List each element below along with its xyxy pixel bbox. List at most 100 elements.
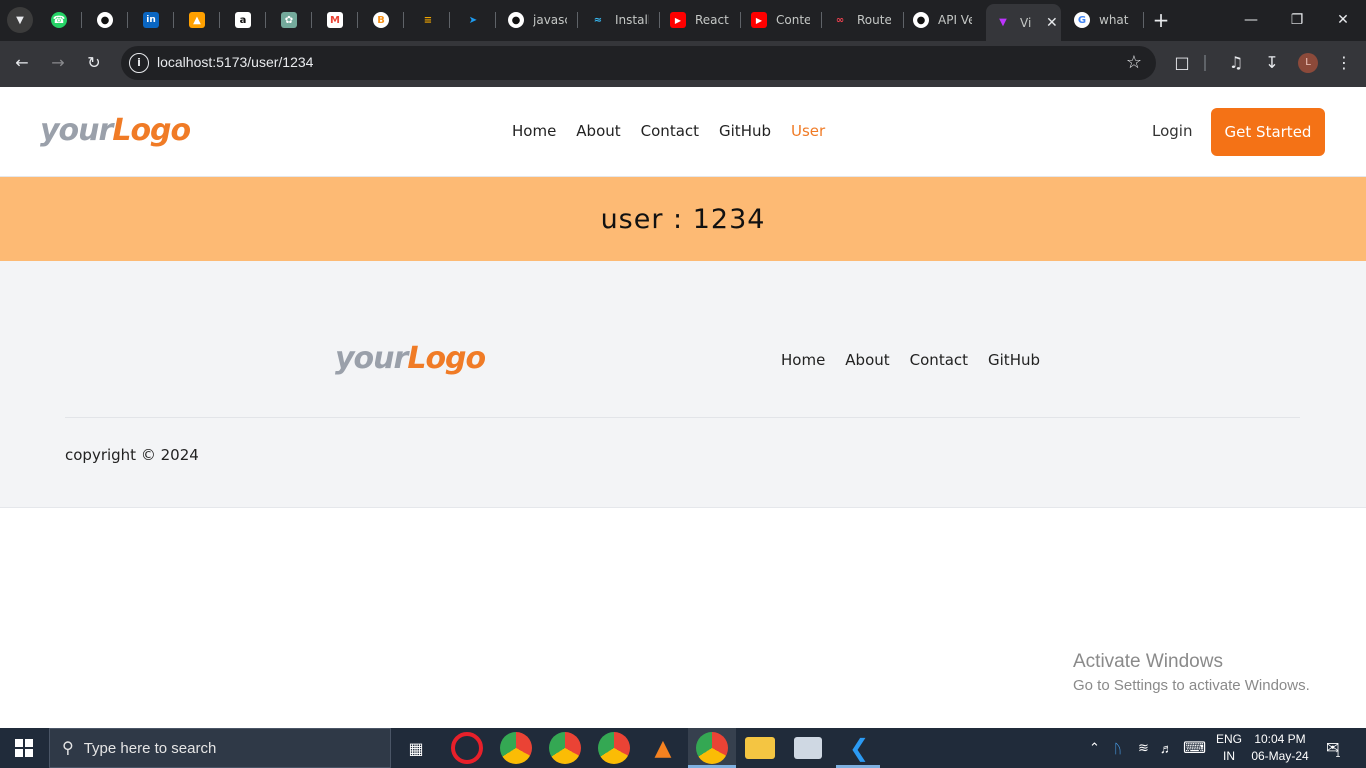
footer-nav-home[interactable]: Home xyxy=(781,351,825,369)
tab[interactable]: a xyxy=(235,4,251,36)
footer-nav-about[interactable]: About xyxy=(845,351,889,369)
tab[interactable]: B xyxy=(373,4,389,36)
vlc-icon[interactable]: ▲ xyxy=(647,732,679,764)
back-icon[interactable]: ← xyxy=(10,51,34,75)
footer-logo[interactable]: yourLogo xyxy=(335,341,486,376)
get-started-button[interactable]: Get Started xyxy=(1211,108,1325,156)
tab[interactable]: ➤ xyxy=(465,4,481,36)
tab-title: API Ve xyxy=(938,13,972,27)
close-tab-icon[interactable]: ✕ xyxy=(1046,15,1058,31)
taskbar-search-box[interactable]: ⚲ Type here to search xyxy=(49,728,391,768)
tab-search-button[interactable]: ▼ xyxy=(7,7,33,33)
file-explorer-icon[interactable] xyxy=(745,737,775,759)
input-language[interactable]: ENG IN xyxy=(1214,731,1244,765)
web-page: yourLogo Home About Contact GitHub User … xyxy=(0,87,1366,728)
nav-home[interactable]: Home xyxy=(512,122,556,140)
tab-divider xyxy=(577,12,578,28)
logo-part-1: your xyxy=(335,341,408,376)
profile-avatar[interactable]: L xyxy=(1298,53,1318,73)
tab-active[interactable]: ▼ Vi ✕ xyxy=(986,4,1061,41)
tab-title: javasc xyxy=(533,13,567,27)
tab[interactable]: ● API Ve xyxy=(913,4,972,36)
site-logo[interactable]: yourLogo xyxy=(40,113,191,148)
forward-icon[interactable]: → xyxy=(46,51,70,75)
tab-divider xyxy=(357,12,358,28)
vscode-icon[interactable]: ❮ xyxy=(843,732,875,764)
tab-divider xyxy=(821,12,822,28)
language-code: ENG xyxy=(1215,732,1242,746)
tab-title: Router xyxy=(857,13,891,27)
media-control-icon[interactable]: ♫ xyxy=(1224,51,1248,75)
login-link[interactable]: Login xyxy=(1152,122,1192,140)
whatsapp-icon: ☎ xyxy=(51,12,67,28)
tab[interactable]: ∞ Router xyxy=(832,4,891,36)
watermark-subtitle: Go to Settings to activate Windows. xyxy=(1073,677,1310,694)
chrome-icon[interactable] xyxy=(500,732,532,764)
vite-icon: ▼ xyxy=(999,17,1007,28)
tab[interactable]: ▲ xyxy=(189,4,205,36)
router-icon: ∞ xyxy=(835,14,845,26)
logo-part-2: Logo xyxy=(112,113,191,148)
tab[interactable]: ✿ xyxy=(281,4,297,36)
keyboard-icon[interactable]: ⌨ xyxy=(1183,728,1206,768)
footer-nav-contact[interactable]: Contact xyxy=(910,351,968,369)
tab-title: Vi xyxy=(1020,15,1032,30)
reload-icon[interactable]: ↻ xyxy=(82,51,106,75)
menu-icon[interactable]: ⋮ xyxy=(1332,51,1356,75)
firebase-icon: ▲ xyxy=(189,12,205,28)
notification-icon[interactable]: ✉ 1 xyxy=(1326,728,1340,768)
bookmark-star-icon[interactable]: ☆ xyxy=(1126,52,1142,73)
task-view-icon[interactable]: ▦ xyxy=(400,732,432,764)
nav-user[interactable]: User xyxy=(791,122,825,140)
new-tab-button[interactable]: + xyxy=(1150,9,1172,31)
footer-nav: Home About Contact GitHub xyxy=(781,351,1040,369)
restore-icon[interactable]: ❐ xyxy=(1285,8,1309,32)
windows-start-icon[interactable] xyxy=(0,728,48,768)
store-icon[interactable] xyxy=(794,737,822,759)
tab[interactable]: ● xyxy=(97,4,113,36)
main-nav: Home About Contact GitHub User xyxy=(512,122,825,140)
url-text[interactable]: localhost:5173/user/1234 xyxy=(157,54,313,70)
youtube-icon: ▶ xyxy=(670,12,686,28)
tab[interactable]: ≡ xyxy=(420,4,436,36)
tray-chevron-icon[interactable]: ⌃ xyxy=(1089,728,1100,768)
downloads-icon[interactable]: ↧ xyxy=(1260,51,1284,75)
system-clock[interactable]: 10:04 PM 06-May-24 xyxy=(1248,731,1312,765)
footer-nav-github[interactable]: GitHub xyxy=(988,351,1040,369)
extensions-icon[interactable]: □ xyxy=(1170,51,1194,75)
minimize-icon[interactable]: — xyxy=(1239,8,1263,32)
site-header: yourLogo Home About Contact GitHub User … xyxy=(0,87,1366,177)
tab[interactable]: ● javasc xyxy=(508,4,567,36)
nav-contact[interactable]: Contact xyxy=(641,122,699,140)
tab[interactable]: Gwhat i xyxy=(1074,4,1133,36)
tab[interactable]: in xyxy=(143,4,159,36)
bluetooth-icon[interactable]: ᚢ xyxy=(1114,728,1122,768)
tailwind-icon: ≈ xyxy=(593,14,603,26)
site-info-icon[interactable]: i xyxy=(129,53,149,73)
volume-icon[interactable]: ♬ xyxy=(1160,728,1173,768)
tab[interactable]: ▶ React xyxy=(670,4,729,36)
linkedin-icon: in xyxy=(143,12,159,28)
address-bar[interactable]: i localhost:5173/user/1234 ☆ xyxy=(121,46,1156,80)
site-footer: yourLogo Home About Contact GitHub copyr… xyxy=(0,261,1366,508)
tab[interactable]: ☎ xyxy=(51,4,67,36)
tab[interactable]: ▶ Conte xyxy=(751,4,810,36)
chrome-active-icon[interactable] xyxy=(696,732,728,764)
watermark-title: Activate Windows xyxy=(1073,651,1223,672)
opera-icon[interactable] xyxy=(451,732,483,764)
wifi-icon[interactable]: ≋ xyxy=(1138,728,1149,768)
chrome-profile-icon[interactable] xyxy=(598,732,630,764)
tab-divider xyxy=(903,12,904,28)
tab-divider xyxy=(1143,12,1144,28)
clock-time: 10:04 PM xyxy=(1254,732,1306,746)
nav-github[interactable]: GitHub xyxy=(719,122,771,140)
google-icon: G xyxy=(1074,12,1090,28)
nav-about[interactable]: About xyxy=(576,122,620,140)
tab[interactable]: M xyxy=(327,4,343,36)
amazon-icon: a xyxy=(235,12,251,28)
youtube-icon: ▶ xyxy=(751,12,767,28)
window-close-icon[interactable]: ✕ xyxy=(1331,8,1355,32)
tab-title: Install xyxy=(615,13,649,27)
tab[interactable]: ≈ Install xyxy=(590,4,649,36)
chrome-profile-icon[interactable] xyxy=(549,732,581,764)
